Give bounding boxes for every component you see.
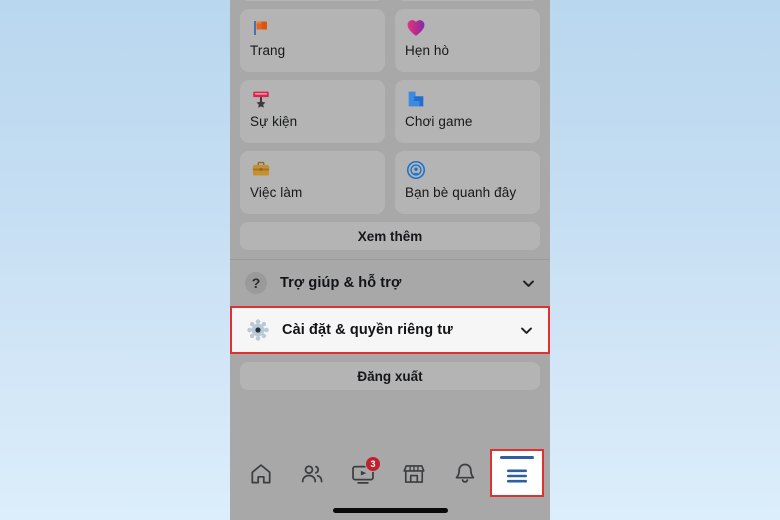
active-tab-indicator xyxy=(499,456,534,459)
bottom-navigation-bar: 3 xyxy=(230,448,550,500)
nav-item-menu[interactable] xyxy=(489,449,544,497)
menu-row-label: Cài đặt & quyền riêng tư xyxy=(282,322,453,338)
shortcut-tile-nearby-friends[interactable]: Bạn bè quanh đây xyxy=(395,151,540,214)
shortcut-label: Bạn bè quanh đây xyxy=(405,185,517,200)
shortcut-tile-marketplace[interactable]: Marketplace xyxy=(240,0,385,1)
shortcuts-grid: Marketplace Video trên Watch xyxy=(240,0,540,214)
shortcut-label: Việc làm xyxy=(250,185,303,200)
logout-section: Đăng xuất xyxy=(230,354,550,390)
shortcuts-grid-section: Marketplace Video trên Watch xyxy=(230,0,550,214)
shortcut-tile-watch-video[interactable]: Video trên Watch xyxy=(395,0,540,1)
home-indicator-area xyxy=(230,500,550,520)
question-mark-icon: ? xyxy=(242,269,270,297)
svg-text:?: ? xyxy=(252,275,261,291)
nav-item-friends[interactable] xyxy=(287,448,338,500)
logout-button[interactable]: Đăng xuất xyxy=(240,362,540,390)
briefcase-icon xyxy=(250,158,375,182)
shortcut-tile-gaming[interactable]: Chơi game xyxy=(395,80,540,143)
heart-icon xyxy=(405,16,530,40)
menu-row-settings-and-privacy[interactable]: Cài đặt & quyền riêng tư xyxy=(230,306,550,354)
chevron-down-icon[interactable] xyxy=(520,275,536,291)
nav-item-marketplace[interactable] xyxy=(388,448,439,500)
shortcut-label: Chơi game xyxy=(405,114,473,129)
shortcut-tile-events[interactable]: Sự kiện xyxy=(240,80,385,143)
gear-icon xyxy=(244,316,272,344)
event-ticket-icon xyxy=(250,87,375,111)
hamburger-menu-icon xyxy=(503,460,531,486)
friends-icon xyxy=(299,461,325,487)
bell-icon xyxy=(452,461,478,487)
menu-row-label: Trợ giúp & hỗ trợ xyxy=(280,275,402,291)
chevron-down-icon[interactable] xyxy=(518,322,534,338)
gamepad-icon xyxy=(405,87,530,111)
see-more-section: Xem thêm xyxy=(230,214,550,259)
shortcut-label: Hẹn hò xyxy=(405,43,450,58)
nav-item-home[interactable] xyxy=(236,448,287,500)
watch-badge: 3 xyxy=(364,456,381,472)
shortcut-label: Sự kiện xyxy=(250,114,298,129)
home-indicator[interactable] xyxy=(332,507,448,513)
store-icon xyxy=(401,461,427,487)
shortcut-label: Trang xyxy=(250,43,286,58)
home-icon xyxy=(248,461,274,487)
shortcut-tile-jobs[interactable]: Việc làm xyxy=(240,151,385,214)
nav-item-watch[interactable]: 3 xyxy=(338,448,389,500)
nav-item-notifications[interactable] xyxy=(439,448,490,500)
radar-location-icon xyxy=(405,158,530,182)
shortcut-tile-dating[interactable]: Hẹn hò xyxy=(395,9,540,72)
phone-screen: Marketplace Video trên Watch xyxy=(230,0,550,520)
menu-row-help-and-support[interactable]: ? Trợ giúp & hỗ trợ xyxy=(230,260,550,306)
see-more-button[interactable]: Xem thêm xyxy=(240,222,540,250)
flag-icon xyxy=(250,16,375,40)
shortcut-tile-pages[interactable]: Trang xyxy=(240,9,385,72)
